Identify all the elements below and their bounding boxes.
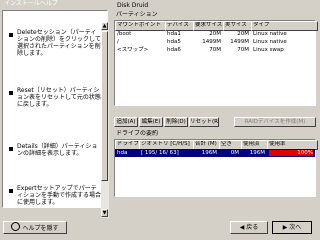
help-item-details: Details（詳細）パーティションの詳細を表示します。 [17,143,98,157]
table-row[interactable]: hda [ 195/ 16/ 63] 196M 0M 196M 100% [115,149,315,157]
help-item-reset: Reset（リセット）パーティション表をリセットして元の状態に戻します。 [17,87,101,108]
bullet-icon [9,189,13,193]
bullet-icon [9,147,13,151]
bullet-icon [9,91,13,95]
add-button[interactable]: 追加(A) [114,117,138,127]
usage-bar: 100% [269,150,313,156]
scroll-thumb[interactable] [101,31,108,181]
drive-summary-label: ドライブの要約 [116,130,159,137]
help-icon [11,222,21,231]
make-raid-button[interactable]: RAIDデバイスを作成(M) [234,117,316,127]
next-arrow-icon: ▶ [282,224,288,231]
partitions-group-label: パーティション [116,11,158,18]
drive-summary-table[interactable]: ドライブ ジオメトリ [C/H/S] 合計 (M) 空き 使用済 使用率 hda… [114,139,318,197]
help-scrollbar[interactable]: ▲ ▼ [101,22,109,218]
bullet-icon [9,33,13,37]
edit-button[interactable]: 編集(E) [139,117,163,127]
back-arrow-icon: ◀ [239,224,245,231]
next-button[interactable]: ▶ 次へ [272,221,312,234]
table-row[interactable]: / hda5 1499M 1499M Linux native [115,38,315,46]
back-button[interactable]: ◀ 戻る [230,221,268,234]
delete-button[interactable]: 削除(D) [164,117,188,127]
scroll-down-button[interactable]: ▼ [101,209,108,217]
help-item-delete: Deleteセッション（パーティションの削除）をクリックして選択されたパーティシ… [17,29,101,57]
usage-percent-label: 100% [297,150,313,156]
reset-button[interactable]: リセット(R) [189,117,219,127]
hide-help-button[interactable]: ヘルプを隠す [3,221,67,234]
help-panel: Deleteセッション（パーティションの削除）をクリックして選択されたパーティシ… [2,10,109,218]
help-panel-title: インストールヘルプ [4,0,58,7]
table-row[interactable]: /boot hda1 20M 20M Linux native [115,30,315,38]
help-item-expert: Expertセットアップでパーティションを手動で作成する場合に使用します。 [17,185,102,206]
table-row[interactable]: <スワップ> hda6 70M 70M Linux swap [115,46,315,54]
partition-table[interactable]: マウントポイント デバイス 要求サイズ 実サイズ タイプ /boot hda1 … [114,20,318,106]
scroll-up-button[interactable]: ▲ [101,22,108,30]
panel-title: Disk Druid [117,2,149,9]
